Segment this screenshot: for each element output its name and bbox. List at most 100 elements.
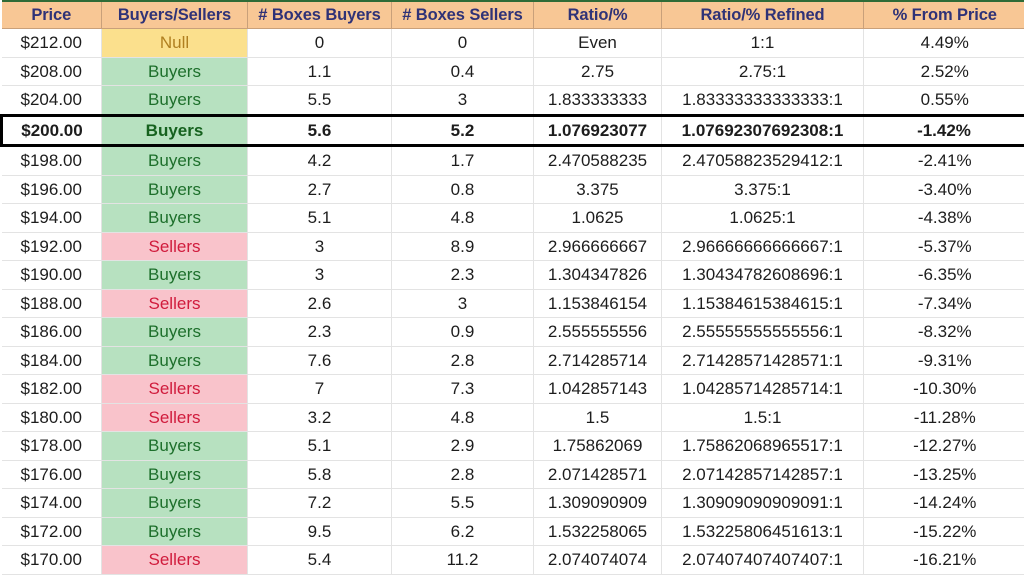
cell-ratio-refined[interactable]: 1.5:1 xyxy=(662,403,864,432)
table-row[interactable]: $182.00Sellers77.31.0428571431.042857142… xyxy=(2,375,1024,404)
cell-boxes-sellers[interactable]: 3 xyxy=(392,289,534,318)
column-header-price[interactable]: Price xyxy=(2,1,102,29)
cell-boxes-sellers[interactable]: 0.4 xyxy=(392,57,534,86)
table-row[interactable]: $186.00Buyers2.30.92.5555555562.55555555… xyxy=(2,318,1024,347)
cell-signal[interactable]: Buyers xyxy=(102,86,248,116)
cell-price[interactable]: $192.00 xyxy=(2,232,102,261)
cell-boxes-buyers[interactable]: 2.6 xyxy=(248,289,392,318)
cell-ratio[interactable]: 1.75862069 xyxy=(534,432,662,461)
cell-ratio-refined[interactable]: 1.30434782608696:1 xyxy=(662,261,864,290)
cell-pct-from-price[interactable]: -16.21% xyxy=(864,546,1024,575)
cell-pct-from-price[interactable]: -10.30% xyxy=(864,375,1024,404)
cell-boxes-buyers[interactable]: 3 xyxy=(248,261,392,290)
cell-pct-from-price[interactable]: 4.49% xyxy=(864,29,1024,58)
cell-price[interactable]: $172.00 xyxy=(2,517,102,546)
cell-pct-from-price[interactable]: -15.22% xyxy=(864,517,1024,546)
cell-signal[interactable]: Sellers xyxy=(102,546,248,575)
cell-pct-from-price[interactable]: -1.42% xyxy=(864,115,1024,146)
cell-signal[interactable]: Buyers xyxy=(102,346,248,375)
cell-signal[interactable]: Sellers xyxy=(102,403,248,432)
cell-boxes-sellers[interactable]: 5.5 xyxy=(392,489,534,518)
cell-boxes-sellers[interactable]: 3 xyxy=(392,86,534,116)
cell-boxes-sellers[interactable]: 2.8 xyxy=(392,346,534,375)
cell-pct-from-price[interactable]: -12.27% xyxy=(864,432,1024,461)
cell-price[interactable]: $188.00 xyxy=(2,289,102,318)
cell-ratio[interactable]: 2.714285714 xyxy=(534,346,662,375)
cell-price[interactable]: $194.00 xyxy=(2,204,102,233)
cell-boxes-sellers[interactable]: 0.9 xyxy=(392,318,534,347)
cell-price[interactable]: $174.00 xyxy=(2,489,102,518)
cell-price[interactable]: $200.00 xyxy=(2,115,102,146)
cell-signal[interactable]: Buyers xyxy=(102,318,248,347)
cell-price[interactable]: $186.00 xyxy=(2,318,102,347)
cell-price[interactable]: $182.00 xyxy=(2,375,102,404)
cell-ratio-refined[interactable]: 2.96666666666667:1 xyxy=(662,232,864,261)
cell-price[interactable]: $198.00 xyxy=(2,146,102,176)
cell-ratio-refined[interactable]: 1.0625:1 xyxy=(662,204,864,233)
column-header-buyers-sellers[interactable]: Buyers/Sellers xyxy=(102,1,248,29)
cell-ratio-refined[interactable]: 1.53225806451613:1 xyxy=(662,517,864,546)
cell-ratio[interactable]: 2.966666667 xyxy=(534,232,662,261)
cell-price[interactable]: $178.00 xyxy=(2,432,102,461)
table-row[interactable]: $192.00Sellers38.92.9666666672.966666666… xyxy=(2,232,1024,261)
cell-ratio[interactable]: Even xyxy=(534,29,662,58)
cell-boxes-buyers[interactable]: 5.1 xyxy=(248,432,392,461)
cell-signal[interactable]: Sellers xyxy=(102,375,248,404)
cell-signal[interactable]: Buyers xyxy=(102,115,248,146)
cell-pct-from-price[interactable]: 2.52% xyxy=(864,57,1024,86)
cell-ratio-refined[interactable]: 2.07142857142857:1 xyxy=(662,460,864,489)
table-row[interactable]: $196.00Buyers2.70.83.3753.375:1-3.40% xyxy=(2,175,1024,204)
cell-boxes-sellers[interactable]: 5.2 xyxy=(392,115,534,146)
cell-ratio[interactable]: 2.75 xyxy=(534,57,662,86)
table-row[interactable]: $180.00Sellers3.24.81.51.5:1-11.28% xyxy=(2,403,1024,432)
cell-pct-from-price[interactable]: -7.34% xyxy=(864,289,1024,318)
cell-boxes-sellers[interactable]: 6.2 xyxy=(392,517,534,546)
cell-ratio[interactable]: 1.5 xyxy=(534,403,662,432)
cell-boxes-buyers[interactable]: 5.1 xyxy=(248,204,392,233)
cell-ratio[interactable]: 2.074074074 xyxy=(534,546,662,575)
table-row[interactable]: $174.00Buyers7.25.51.3090909091.30909090… xyxy=(2,489,1024,518)
column-header-boxes-buyers[interactable]: # Boxes Buyers xyxy=(248,1,392,29)
cell-boxes-sellers[interactable]: 11.2 xyxy=(392,546,534,575)
table-row[interactable]: $176.00Buyers5.82.82.0714285712.07142857… xyxy=(2,460,1024,489)
cell-pct-from-price[interactable]: -9.31% xyxy=(864,346,1024,375)
cell-signal[interactable]: Null xyxy=(102,29,248,58)
cell-price[interactable]: $212.00 xyxy=(2,29,102,58)
cell-boxes-buyers[interactable]: 5.8 xyxy=(248,460,392,489)
cell-boxes-buyers[interactable]: 2.7 xyxy=(248,175,392,204)
cell-boxes-sellers[interactable]: 2.8 xyxy=(392,460,534,489)
column-header-ratio-refined[interactable]: Ratio/% Refined xyxy=(662,1,864,29)
cell-ratio-refined[interactable]: 2.71428571428571:1 xyxy=(662,346,864,375)
cell-ratio[interactable]: 1.532258065 xyxy=(534,517,662,546)
table-row[interactable]: $188.00Sellers2.631.1538461541.153846153… xyxy=(2,289,1024,318)
table-row[interactable]: $190.00Buyers32.31.3043478261.3043478260… xyxy=(2,261,1024,290)
cell-signal[interactable]: Buyers xyxy=(102,175,248,204)
cell-ratio[interactable]: 1.153846154 xyxy=(534,289,662,318)
cell-pct-from-price[interactable]: -6.35% xyxy=(864,261,1024,290)
cell-ratio[interactable]: 1.0625 xyxy=(534,204,662,233)
cell-price[interactable]: $190.00 xyxy=(2,261,102,290)
cell-signal[interactable]: Sellers xyxy=(102,232,248,261)
cell-ratio[interactable]: 2.470588235 xyxy=(534,146,662,176)
cell-signal[interactable]: Buyers xyxy=(102,460,248,489)
cell-ratio[interactable]: 1.304347826 xyxy=(534,261,662,290)
cell-pct-from-price[interactable]: -5.37% xyxy=(864,232,1024,261)
cell-boxes-sellers[interactable]: 4.8 xyxy=(392,204,534,233)
cell-pct-from-price[interactable]: -11.28% xyxy=(864,403,1024,432)
column-header-boxes-sellers[interactable]: # Boxes Sellers xyxy=(392,1,534,29)
table-row[interactable]: $204.00Buyers5.531.8333333331.8333333333… xyxy=(2,86,1024,116)
cell-signal[interactable]: Sellers xyxy=(102,289,248,318)
cell-ratio-refined[interactable]: 2.47058823529412:1 xyxy=(662,146,864,176)
table-row[interactable]: $194.00Buyers5.14.81.06251.0625:1-4.38% xyxy=(2,204,1024,233)
cell-boxes-buyers[interactable]: 0 xyxy=(248,29,392,58)
cell-price[interactable]: $176.00 xyxy=(2,460,102,489)
cell-pct-from-price[interactable]: -3.40% xyxy=(864,175,1024,204)
cell-ratio-refined[interactable]: 1.07692307692308:1 xyxy=(662,115,864,146)
cell-ratio-refined[interactable]: 1.30909090909091:1 xyxy=(662,489,864,518)
cell-pct-from-price[interactable]: -8.32% xyxy=(864,318,1024,347)
cell-signal[interactable]: Buyers xyxy=(102,432,248,461)
cell-pct-from-price[interactable]: 0.55% xyxy=(864,86,1024,116)
cell-boxes-sellers[interactable]: 7.3 xyxy=(392,375,534,404)
cell-boxes-sellers[interactable]: 2.3 xyxy=(392,261,534,290)
cell-boxes-buyers[interactable]: 2.3 xyxy=(248,318,392,347)
